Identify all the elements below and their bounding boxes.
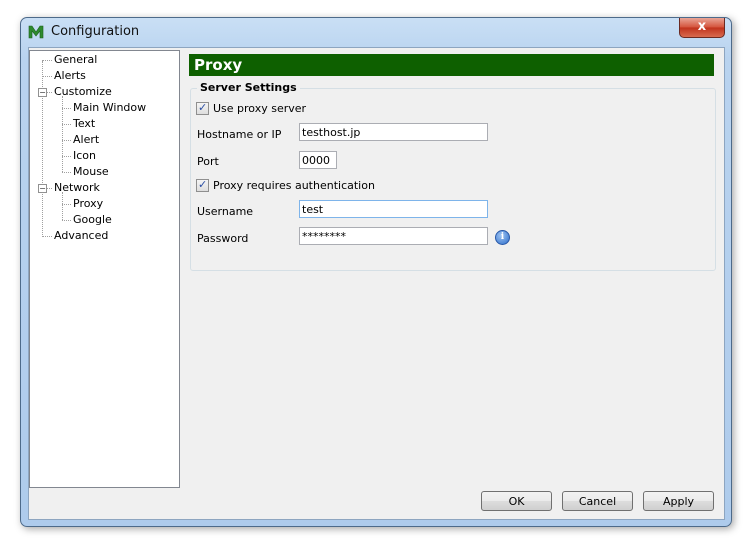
title-bar[interactable]: Configuration x — [21, 18, 731, 44]
page-title: Proxy — [189, 54, 714, 76]
ok-button[interactable]: OK — [481, 491, 552, 511]
tree-connector — [42, 60, 52, 61]
proxy-auth-checkbox[interactable]: ✓ — [196, 178, 209, 192]
tree-connector — [42, 236, 52, 237]
port-label: Port — [197, 155, 219, 168]
tree-connector — [62, 204, 71, 205]
tree-connector — [62, 220, 71, 221]
settings-tree[interactable]: − − General Alerts Customize Main Window… — [29, 50, 180, 488]
tree-connector — [42, 76, 52, 77]
tree-item-advanced[interactable]: Advanced — [54, 229, 108, 243]
hostname-field[interactable]: testhost.jp — [299, 123, 488, 141]
client-area: − − General Alerts Customize Main Window… — [28, 47, 725, 520]
use-proxy-label[interactable]: Use proxy server — [213, 102, 306, 115]
tree-connector — [62, 108, 71, 109]
username-field[interactable]: test — [299, 200, 488, 218]
configuration-window: Configuration x − − General Alerts Custo… — [20, 17, 732, 527]
username-label: Username — [197, 205, 254, 218]
tree-item-google[interactable]: Google — [73, 213, 112, 227]
collapse-network-icon[interactable]: − — [38, 184, 47, 193]
port-field[interactable]: 0000 — [299, 151, 337, 169]
check-icon: ✓ — [198, 178, 208, 191]
tree-connector — [62, 192, 63, 220]
check-icon: ✓ — [198, 101, 208, 114]
apply-button[interactable]: Apply — [643, 491, 714, 511]
window-title: Configuration — [51, 24, 140, 39]
tree-item-mouse[interactable]: Mouse — [73, 165, 109, 179]
tree-connector — [62, 156, 71, 157]
tree-item-proxy[interactable]: Proxy — [73, 197, 103, 211]
server-settings-title: Server Settings — [197, 81, 300, 94]
password-field[interactable]: ******** — [299, 227, 488, 245]
tree-connector — [62, 140, 71, 141]
tree-connector — [47, 92, 52, 93]
tree-item-general[interactable]: General — [54, 53, 97, 67]
cancel-button[interactable]: Cancel — [562, 491, 633, 511]
proxy-auth-label[interactable]: Proxy requires authentication — [213, 179, 375, 192]
info-icon[interactable]: i — [495, 230, 510, 245]
tree-connector — [62, 124, 71, 125]
password-label: Password — [197, 232, 249, 245]
tree-connector — [62, 172, 71, 173]
tree-item-alert[interactable]: Alert — [73, 133, 99, 147]
tree-item-customize[interactable]: Customize — [54, 85, 112, 99]
tree-item-icon[interactable]: Icon — [73, 149, 96, 163]
use-proxy-checkbox[interactable]: ✓ — [196, 101, 209, 115]
tree-item-alerts[interactable]: Alerts — [54, 69, 86, 83]
tree-item-text[interactable]: Text — [73, 117, 95, 131]
close-button[interactable]: x — [679, 18, 725, 38]
collapse-customize-icon[interactable]: − — [38, 88, 47, 97]
app-logo-icon — [28, 25, 44, 39]
tree-item-main-window[interactable]: Main Window — [73, 101, 146, 115]
tree-connector — [47, 188, 52, 189]
tree-item-network[interactable]: Network — [54, 181, 100, 195]
hostname-label: Hostname or IP — [197, 128, 282, 141]
